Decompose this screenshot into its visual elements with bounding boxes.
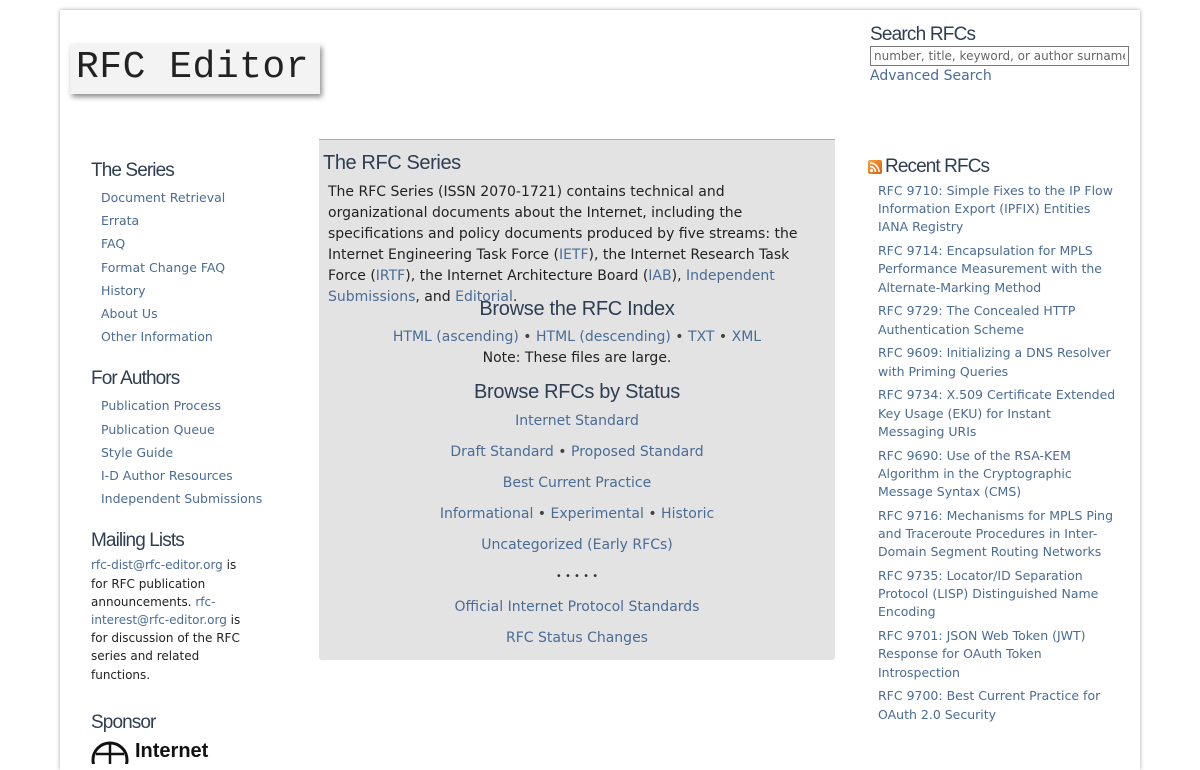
left-sidebar: The Series Document Retrieval Errata FAQ… bbox=[91, 160, 271, 764]
nav-style-guide[interactable]: Style Guide bbox=[101, 445, 173, 460]
index-note: Note: These files are large. bbox=[482, 350, 672, 366]
browse-status-heading: Browse RFCs by Status bbox=[474, 381, 680, 403]
nav-id-author-resources[interactable]: I-D Author Resources bbox=[101, 468, 233, 483]
nav-publication-process[interactable]: Publication Process bbox=[101, 398, 221, 413]
browse-index-heading: Browse the RFC Index bbox=[479, 298, 675, 320]
nav-about-us[interactable]: About Us bbox=[101, 306, 158, 321]
ietf-link[interactable]: IETF bbox=[559, 247, 589, 263]
dots-divider: • • • • • bbox=[555, 571, 599, 582]
recent-rfcs-panel: Recent RFCs RFC 9710: Simple Fixes to th… bbox=[868, 156, 1118, 729]
sponsor-logo[interactable]: Internet bbox=[91, 740, 271, 764]
status-changes-link[interactable]: RFC Status Changes bbox=[506, 630, 648, 646]
historic-link[interactable]: Historic bbox=[661, 506, 714, 522]
sponsor-heading: Sponsor bbox=[91, 711, 156, 733]
series-intro: The RFC Series (ISSN 2070-1721) contains… bbox=[328, 182, 818, 308]
series-heading: The Series bbox=[91, 160, 175, 181]
bullet-separator: • bbox=[518, 329, 536, 345]
sponsor-name: Internet bbox=[135, 740, 209, 763]
internet-standard-link[interactable]: Internet Standard bbox=[515, 413, 639, 429]
recent-rfc-link[interactable]: RFC 9716: Mechanisms for MPLS Ping and T… bbox=[878, 508, 1113, 559]
intro-text: ), bbox=[671, 268, 686, 284]
status-line: Internet Standard bbox=[319, 406, 835, 437]
iab-link[interactable]: IAB bbox=[648, 268, 671, 284]
bullet-separator: • bbox=[714, 329, 732, 345]
nav-other-information[interactable]: Other Information bbox=[101, 329, 213, 344]
recent-rfc-link[interactable]: RFC 9729: The Concealed HTTP Authenticat… bbox=[878, 303, 1075, 336]
draft-standard-link[interactable]: Draft Standard bbox=[450, 444, 553, 460]
best-current-practice-link[interactable]: Best Current Practice bbox=[503, 475, 651, 491]
intro-text: ), the Internet Architecture Board ( bbox=[405, 268, 649, 284]
page-container: RFC Editor Search RFCs Advanced Search T… bbox=[60, 10, 1140, 770]
html-ascending-link[interactable]: HTML (ascending) bbox=[393, 329, 519, 345]
globe-icon bbox=[91, 741, 129, 764]
page-title: The RFC Series bbox=[323, 152, 461, 174]
recent-rfc-link[interactable]: RFC 9734: X.509 Certificate Extended Key… bbox=[878, 387, 1115, 438]
bullet-separator: • bbox=[553, 444, 571, 460]
recent-rfc-link[interactable]: RFC 9690: Use of the RSA-KEM Algorithm i… bbox=[878, 448, 1072, 499]
recent-rfc-link[interactable]: RFC 9700: Best Current Practice for OAut… bbox=[878, 688, 1100, 721]
recent-rfc-link[interactable]: RFC 9609: Initializing a DNS Resolver wi… bbox=[878, 345, 1111, 378]
irtf-link[interactable]: IRTF bbox=[376, 268, 405, 284]
nav-faq[interactable]: FAQ bbox=[101, 236, 125, 251]
authors-nav: Publication Process Publication Queue St… bbox=[91, 394, 271, 510]
recent-rfcs-title: Recent RFCs bbox=[885, 156, 990, 177]
series-nav: Document Retrieval Errata FAQ Format Cha… bbox=[91, 186, 271, 348]
nav-document-retrieval[interactable]: Document Retrieval bbox=[101, 190, 225, 205]
status-line: Official Internet Protocol Standards bbox=[319, 592, 835, 623]
html-descending-link[interactable]: HTML (descending) bbox=[536, 329, 671, 345]
search-box: Search RFCs Advanced Search bbox=[870, 24, 1130, 84]
mailing-lists-text: rfc-dist@rfc-editor.org is for RFC publi… bbox=[91, 556, 256, 683]
uncategorized-link[interactable]: Uncategorized (Early RFCs) bbox=[481, 537, 672, 553]
advanced-search-link[interactable]: Advanced Search bbox=[870, 68, 1130, 84]
informational-link[interactable]: Informational bbox=[440, 506, 534, 522]
browse-index-section: Browse the RFC Index HTML (ascending) • … bbox=[319, 298, 835, 369]
recent-rfc-link[interactable]: RFC 9714: Encapsulation for MPLS Perform… bbox=[878, 243, 1102, 294]
rfc-editor-logo[interactable]: RFC Editor bbox=[70, 44, 320, 94]
recent-rfc-link[interactable]: RFC 9710: Simple Fixes to the IP Flow In… bbox=[878, 183, 1113, 234]
nav-history[interactable]: History bbox=[101, 283, 145, 298]
nav-format-change-faq[interactable]: Format Change FAQ bbox=[101, 260, 225, 275]
status-line: Best Current Practice bbox=[319, 468, 835, 499]
recent-rfc-link[interactable]: RFC 9701: JSON Web Token (JWT) Response … bbox=[878, 628, 1086, 679]
nav-publication-queue[interactable]: Publication Queue bbox=[101, 422, 215, 437]
bullet-separator: • bbox=[643, 506, 662, 522]
index-links: HTML (ascending) • HTML (descending) • T… bbox=[319, 327, 835, 348]
status-line: Informational • Experimental • Historic bbox=[319, 499, 835, 530]
bullet-separator: • bbox=[533, 506, 551, 522]
search-title: Search RFCs bbox=[870, 24, 976, 45]
rss-icon[interactable] bbox=[868, 160, 882, 174]
official-standards-link[interactable]: Official Internet Protocol Standards bbox=[455, 599, 700, 615]
nav-independent-submissions[interactable]: Independent Submissions bbox=[101, 491, 262, 506]
status-line: RFC Status Changes bbox=[319, 623, 835, 654]
rfc-dist-link[interactable]: rfc-dist@rfc-editor.org bbox=[91, 558, 223, 572]
proposed-standard-link[interactable]: Proposed Standard bbox=[571, 444, 704, 460]
recent-rfc-link[interactable]: RFC 9735: Locator/ID Separation Protocol… bbox=[878, 568, 1098, 619]
recent-rfcs-list: RFC 9710: Simple Fixes to the IP Flow In… bbox=[868, 182, 1118, 724]
xml-link[interactable]: XML bbox=[732, 329, 761, 345]
mailing-lists-heading: Mailing Lists bbox=[91, 530, 185, 552]
browse-status-section: Browse RFCs by Status Internet Standard … bbox=[319, 381, 835, 654]
txt-link[interactable]: TXT bbox=[688, 329, 714, 345]
recent-rfcs-heading: Recent RFCs bbox=[868, 156, 1118, 178]
experimental-link[interactable]: Experimental bbox=[551, 506, 644, 522]
nav-errata[interactable]: Errata bbox=[101, 213, 139, 228]
authors-heading: For Authors bbox=[91, 368, 180, 390]
status-line: Draft Standard • Proposed Standard bbox=[319, 437, 835, 468]
search-input[interactable] bbox=[870, 46, 1129, 66]
bullet-separator: • bbox=[670, 329, 689, 345]
main-content: The RFC Series The RFC Series (ISSN 2070… bbox=[319, 139, 835, 660]
status-line: Uncategorized (Early RFCs) bbox=[319, 530, 835, 561]
